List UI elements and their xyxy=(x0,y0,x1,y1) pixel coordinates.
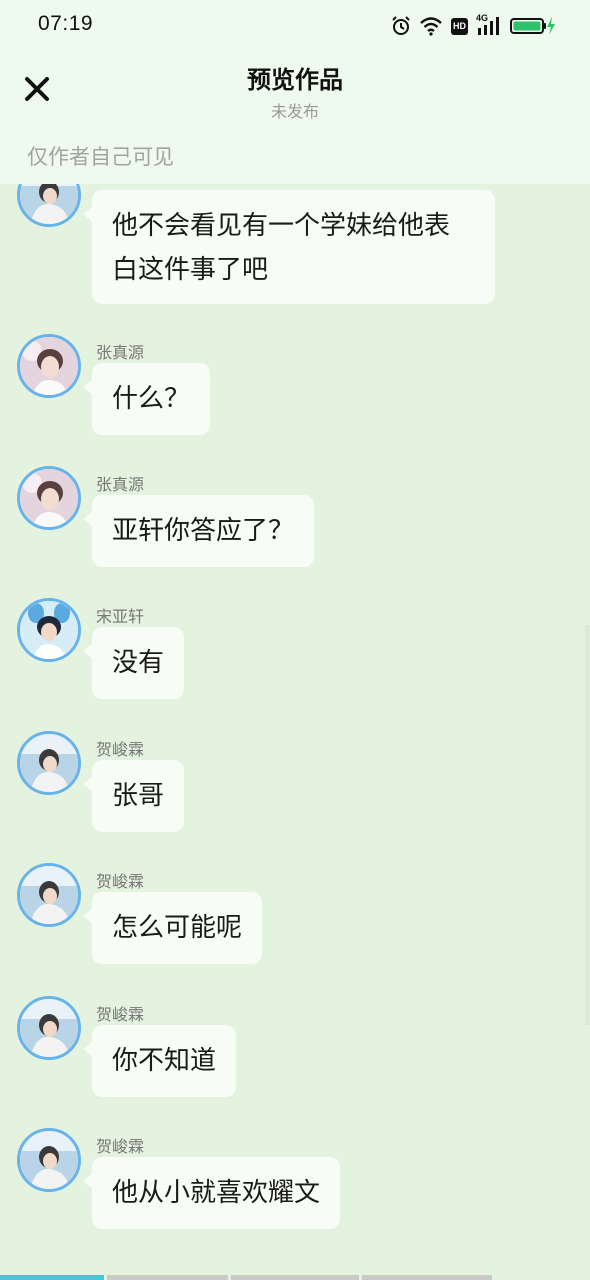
message-bubble[interactable]: 没有 xyxy=(82,627,185,699)
avatar-hejunlin[interactable] xyxy=(17,996,81,1060)
sender-name: 贺峻霖 xyxy=(96,1005,145,1024)
sender-name: 宋亚轩 xyxy=(96,607,145,626)
message-bubble[interactable]: 亚轩你答应了？ xyxy=(82,495,315,567)
story-progress xyxy=(0,1275,590,1280)
avatar-zhangzhenyuan[interactable] xyxy=(17,334,81,398)
preview-header: 07:19 HD 4G 预览作品 未发布 仅作者自己可见 xyxy=(0,0,590,184)
sender-name: 贺峻霖 xyxy=(96,1137,145,1156)
sender-name: 张真源 xyxy=(96,343,145,362)
sender-name: 张真源 xyxy=(96,475,145,494)
progress-segment xyxy=(107,1275,228,1280)
progress-segment xyxy=(231,1275,359,1280)
chat-area[interactable]: 他不会看见有一个学妹给他表白这件事了吧 张真源 什么？ 张真源 亚轩你答应了？ … xyxy=(0,0,590,1280)
hd-badge: HD xyxy=(451,17,468,35)
message-bubble[interactable]: 他不会看见有一个学妹给他表白这件事了吧 xyxy=(83,190,495,304)
sender-name: 贺峻霖 xyxy=(96,740,145,759)
avatar-hejunlin[interactable] xyxy=(17,863,81,927)
alarm-icon xyxy=(392,16,410,35)
scrollbar[interactable] xyxy=(585,625,590,1025)
publish-status: 未发布 xyxy=(270,102,319,121)
sender-name: 贺峻霖 xyxy=(96,872,145,891)
message-bubble[interactable]: 张哥 xyxy=(82,760,185,832)
wifi-icon xyxy=(420,17,442,36)
message-bubble[interactable]: 怎么可能呢 xyxy=(82,892,263,964)
visibility-note: 仅作者自己可见 xyxy=(27,145,174,169)
battery-charging-icon xyxy=(510,17,555,35)
avatar-songyaxuan[interactable] xyxy=(17,598,81,662)
status-time: 07:19 xyxy=(38,12,94,35)
avatar-hejunlin[interactable] xyxy=(17,1128,81,1192)
signal-4g-icon: 4G xyxy=(476,13,502,36)
avatar-hejunlin[interactable] xyxy=(17,731,81,795)
progress-segment xyxy=(0,1275,104,1280)
message-bubble[interactable]: 他从小就喜欢耀文 xyxy=(82,1157,341,1229)
page-title: 预览作品 xyxy=(247,66,343,94)
status-bar: 07:19 HD 4G xyxy=(0,0,590,52)
message-bubble[interactable]: 什么？ xyxy=(82,363,211,435)
message-bubble[interactable]: 你不知道 xyxy=(82,1025,237,1097)
status-icons: HD 4G xyxy=(391,13,556,38)
avatar-zhangzhenyuan[interactable] xyxy=(17,466,81,530)
progress-segment xyxy=(362,1275,492,1280)
